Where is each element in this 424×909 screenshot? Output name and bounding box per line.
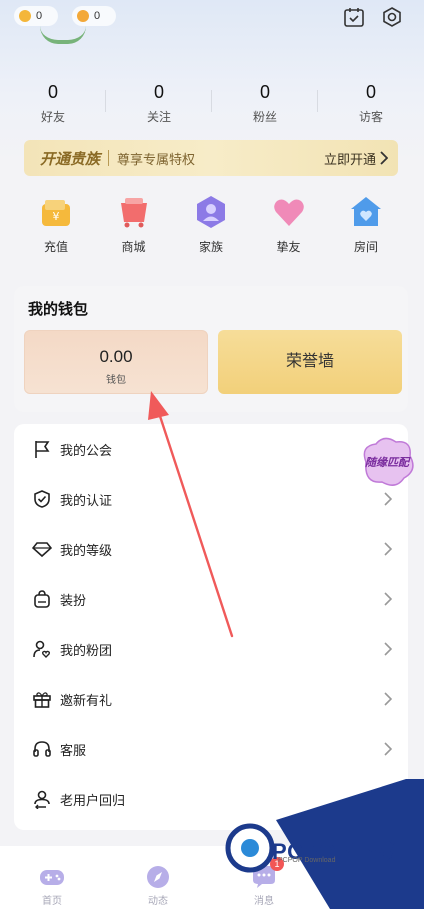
headset-icon [33, 741, 51, 757]
compass-icon [147, 866, 169, 888]
chevron-right-icon [384, 692, 392, 706]
tab-label: 我的 [360, 896, 380, 907]
tab-label: 消息 [254, 896, 274, 907]
backpack-icon [34, 590, 50, 608]
stat-value: 0 [259, 82, 270, 102]
house-icon [351, 197, 381, 226]
menu-item-returning-user[interactable]: 老用户回归 [14, 774, 408, 824]
menu-item-label: 老用户回归 [60, 793, 126, 808]
stat-label: 好友 [40, 110, 65, 124]
vip-subtitle: 尊享专属特权 [117, 151, 196, 167]
settings-gear-icon[interactable] [381, 6, 403, 28]
quick-action-room[interactable]: 房间 [336, 186, 396, 274]
menu-item-level[interactable]: 我的等级 [14, 524, 408, 574]
user-return-icon [34, 790, 50, 809]
wallet-amount: 0.00 [99, 347, 133, 366]
gold-coin-value: 0 [36, 10, 43, 22]
wallet-card: 我的钱包 0.00 钱包 荣誉墙 [14, 286, 408, 412]
stat-value: 0 [365, 82, 376, 102]
flag-icon [35, 441, 50, 458]
stat-label: 关注 [146, 110, 171, 124]
quick-action-label: 家族 [198, 240, 223, 254]
wallet-label: 钱包 [106, 375, 126, 386]
quick-action-mall[interactable]: 商城 [104, 186, 164, 274]
menu-item-guild[interactable]: 我的公会 [14, 424, 408, 474]
stat-value: 0 [47, 82, 58, 102]
gift-icon [33, 692, 51, 708]
chevron-right-icon [384, 592, 392, 606]
tab-home[interactable]: 首页 [22, 864, 82, 907]
orange-coin-balance[interactable]: 0 [72, 6, 116, 26]
menu-item-label: 我的公会 [60, 443, 113, 458]
tab-feed[interactable]: 动态 [128, 864, 188, 907]
message-count-badge: 1 [270, 857, 284, 871]
menu-item-label: 我的等级 [60, 543, 113, 558]
bottom-tab-bar: 首页 动态 消息 我的 [0, 846, 424, 909]
vip-title: 开通贵族 [40, 150, 101, 168]
shield-check-icon [34, 490, 50, 508]
stat-value: 0 [153, 82, 164, 102]
vip-banner[interactable]: 开通贵族 尊享专属特权 立即开通 [24, 140, 398, 176]
menu-item-dressup[interactable]: 装扮 [14, 574, 408, 624]
menu-item-invite[interactable]: 邀新有礼 [14, 674, 408, 724]
menu-list: 我的公会 我的认证 我的等级 装扮 我的粉团 邀新有礼 客服 老用户回归 [14, 424, 408, 830]
stat-following[interactable]: 0 关注 [106, 80, 212, 130]
menu-item-label: 邀新有礼 [60, 693, 113, 708]
quick-action-family[interactable]: 家族 [181, 186, 241, 274]
vip-open-button[interactable]: 立即开通 [324, 149, 376, 168]
stat-label: 访客 [358, 110, 383, 124]
menu-item-label: 客服 [60, 743, 87, 758]
quick-action-label: 房间 [353, 240, 378, 254]
user-heart-icon [33, 640, 51, 658]
wallet-balance-button[interactable]: 0.00 钱包 [24, 330, 208, 394]
menu-item-label: 我的认证 [60, 493, 113, 508]
menu-item-verification[interactable]: 我的认证 [14, 474, 408, 524]
family-shield-icon [197, 196, 225, 228]
tab-profile[interactable]: 我的 [340, 864, 400, 907]
random-match-badge[interactable]: 随缘匹配 [356, 434, 418, 490]
calendar-check-icon[interactable] [343, 6, 365, 28]
chevron-right-icon [384, 742, 392, 756]
chevron-right-icon [384, 642, 392, 656]
quick-actions: ¥ 充值 商城 家族 挚友 房间 [14, 186, 408, 274]
orange-coin-value: 0 [94, 10, 101, 22]
chevron-right-icon [384, 542, 392, 556]
heart-icon [273, 199, 304, 226]
shopping-cart-icon [120, 198, 147, 228]
honor-wall-button[interactable]: 荣誉墙 [218, 330, 402, 394]
tab-label: 首页 [42, 896, 62, 907]
gold-coin-icon [19, 10, 31, 22]
stat-visitors[interactable]: 0 访客 [318, 80, 424, 130]
tab-label: 动态 [148, 896, 168, 907]
quick-action-label: 商城 [121, 240, 146, 254]
menu-item-label: 我的粉团 [60, 643, 113, 658]
random-match-label: 随缘匹配 [365, 456, 411, 469]
svg-text:¥: ¥ [53, 210, 60, 223]
gamepad-icon [40, 870, 64, 885]
quick-action-close-friends[interactable]: 挚友 [259, 186, 319, 274]
tab-messages[interactable]: 消息 [234, 864, 294, 907]
quick-action-label: 充值 [43, 240, 68, 254]
wallet-recharge-icon: ¥ [42, 200, 70, 226]
diamond-icon [32, 542, 52, 558]
stat-friends[interactable]: 0 好友 [0, 80, 106, 130]
stat-fans[interactable]: 0 粉丝 [212, 80, 318, 130]
orange-coin-icon [77, 10, 89, 22]
menu-item-customer-service[interactable]: 客服 [14, 724, 408, 774]
divider [108, 150, 110, 166]
chevron-right-icon [380, 151, 388, 165]
menu-item-fan-group[interactable]: 我的粉团 [14, 624, 408, 674]
quick-action-label: 挚友 [276, 240, 301, 254]
gold-coin-balance[interactable]: 0 [14, 6, 58, 26]
stat-label: 粉丝 [252, 110, 277, 124]
quick-action-recharge[interactable]: ¥ 充值 [26, 186, 86, 274]
profile-icon [360, 868, 380, 888]
chevron-right-icon [384, 492, 392, 506]
menu-item-label: 装扮 [60, 593, 87, 608]
wallet-title: 我的钱包 [28, 301, 89, 318]
profile-stats: 0 好友 0 关注 0 粉丝 0 访客 [0, 80, 424, 130]
